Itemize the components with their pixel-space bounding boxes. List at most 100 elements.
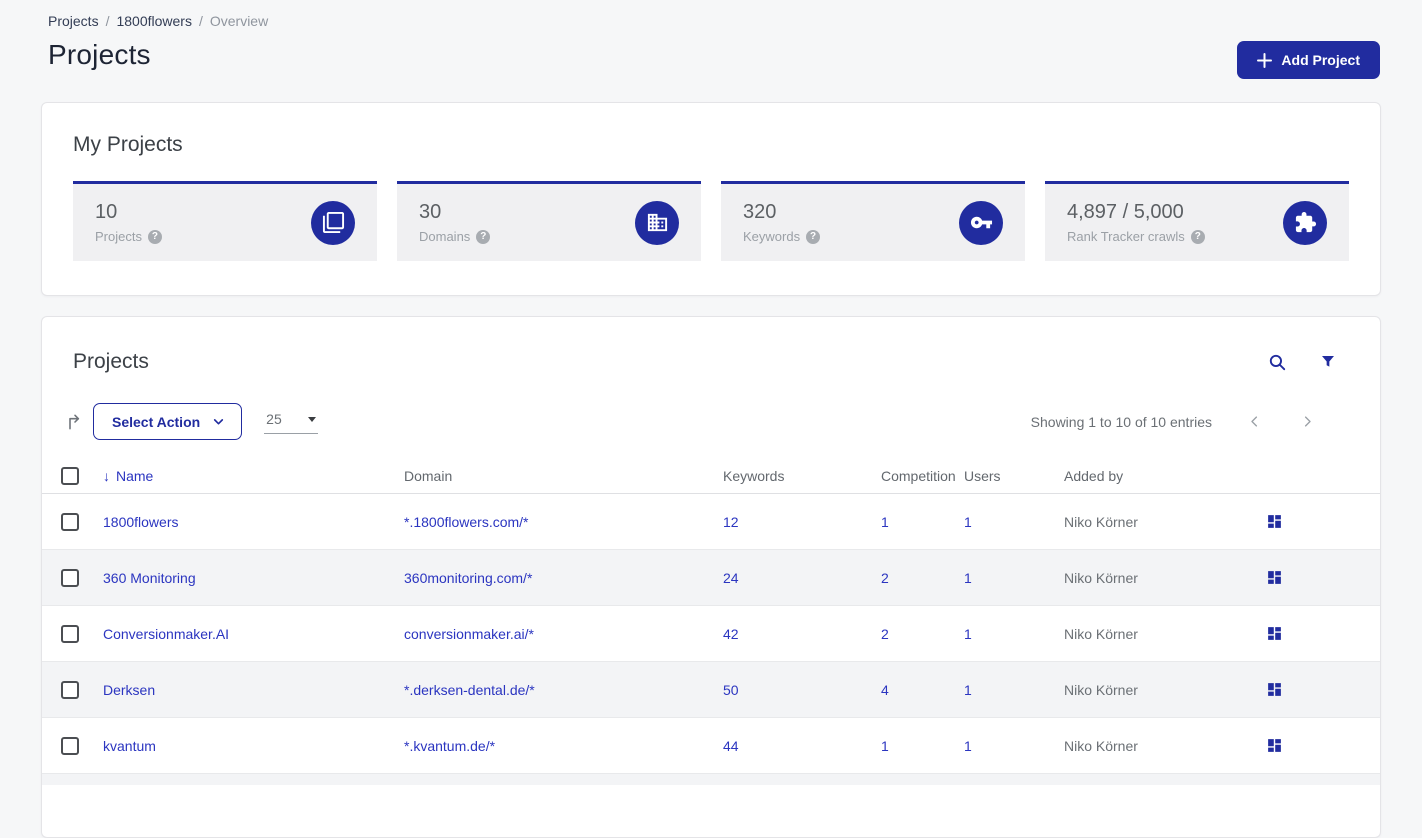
help-icon[interactable] [147,229,162,244]
added-by-text: Niko Körner [1064,625,1138,642]
column-header-competition[interactable]: Competition [881,468,956,484]
stat-tile-rank-tracker: 4,897 / 5,000 Rank Tracker crawls [1045,181,1349,261]
breadcrumb-separator: / [198,13,203,29]
row-checkbox[interactable] [61,736,79,755]
projects-table: Name Domain Keywords Competition Users A… [42,459,1380,785]
puzzle-icon [1283,200,1327,245]
help-icon[interactable] [476,229,491,244]
project-name-link[interactable]: 1800flowers [103,514,179,530]
project-domain-link[interactable]: *.kvantum.de/* [404,738,495,754]
dashboard-icon[interactable] [1266,737,1283,754]
users-value-link[interactable]: 1 [964,682,972,698]
dashboard-icon[interactable] [1266,513,1283,530]
column-header-domain[interactable]: Domain [404,468,452,484]
project-domain-link[interactable]: 360monitoring.com/* [404,570,532,586]
sort-desc-icon [103,468,110,484]
row-checkbox[interactable] [61,512,79,531]
select-all-checkbox[interactable] [61,467,79,485]
users-value-link[interactable]: 1 [964,514,972,530]
stat-tile-keywords: 320 Keywords [721,181,1025,261]
table-row-partial [42,774,1380,785]
building-icon [635,200,679,245]
domains-count-label: Domains [419,229,471,244]
breadcrumb-1800flowers[interactable]: 1800flowers [116,13,192,29]
competition-value-link[interactable]: 4 [881,682,889,698]
breadcrumb-separator: / [105,13,110,29]
filter-icon[interactable] [1319,353,1337,371]
showing-entries-text: Showing 1 to 10 of 10 entries [1030,413,1212,430]
page-title: Projects [48,39,151,70]
projects-count: 10 [95,201,118,223]
page-size-value: 25 [266,411,282,427]
keywords-value-link[interactable]: 12 [723,514,739,530]
competition-value-link[interactable]: 2 [881,570,889,586]
table-row: 1800flowers *.1800flowers.com/* 12 1 1 N… [42,494,1380,550]
column-header-keywords[interactable]: Keywords [723,468,784,484]
table-row: Conversionmaker.AI conversionmaker.ai/* … [42,606,1380,662]
project-name-link[interactable]: Conversionmaker.AI [103,626,229,642]
row-checkbox[interactable] [61,680,79,699]
plus-icon [1257,52,1273,68]
breadcrumb-projects[interactable]: Projects [48,13,99,29]
stat-tile-projects: 10 Projects [73,181,377,261]
users-value-link[interactable]: 1 [964,570,972,586]
page-size-select[interactable]: 25 [264,409,319,434]
keywords-count-label: Keywords [743,229,801,244]
row-checkbox[interactable] [61,568,79,587]
row-checkbox[interactable] [61,624,79,643]
domains-count: 30 [419,201,442,223]
added-by-text: Niko Körner [1064,681,1138,698]
chevron-left-icon[interactable] [1247,414,1262,429]
keywords-value-link[interactable]: 42 [723,626,739,642]
breadcrumb-overview: Overview [209,13,269,29]
keywords-value-link[interactable]: 24 [723,570,739,586]
column-header-name[interactable]: Name [103,468,153,484]
project-domain-link[interactable]: *.1800flowers.com/* [404,514,529,530]
my-projects-card: My Projects 10 Projects 30 Domains [41,102,1381,296]
my-projects-title: My Projects [73,133,183,156]
project-name-link[interactable]: Derksen [103,682,155,698]
project-domain-link[interactable]: conversionmaker.ai/* [404,626,534,642]
table-row: kvantum *.kvantum.de/* 44 1 1 Niko Körne… [42,718,1380,774]
added-by-text: Niko Körner [1064,513,1138,530]
projects-count-label: Projects [95,229,142,244]
competition-value-link[interactable]: 1 [881,514,889,530]
table-row: 360 Monitoring 360monitoring.com/* 24 2 … [42,550,1380,606]
added-by-text: Niko Körner [1064,569,1138,586]
add-project-label: Add Project [1281,52,1360,68]
column-header-users[interactable]: Users [964,468,1001,484]
chevron-right-icon[interactable] [1300,414,1315,429]
project-name-link[interactable]: kvantum [103,738,156,754]
add-project-button[interactable]: Add Project [1237,41,1380,79]
keywords-count: 320 [743,201,777,223]
table-row: Derksen *.derksen-dental.de/* 50 4 1 Nik… [42,662,1380,718]
select-action-dropdown[interactable]: Select Action [93,403,243,440]
users-value-link[interactable]: 1 [964,626,972,642]
select-caret-icon [308,416,317,422]
users-value-link[interactable]: 1 [964,738,972,754]
copy-layers-icon [311,200,355,245]
export-arrow-icon[interactable] [65,412,85,432]
help-icon[interactable] [1190,229,1205,244]
stat-tile-domains: 30 Domains [397,181,701,261]
page-header: Projects / 1800flowers / Overview Projec… [48,13,1380,79]
rank-tracker-label: Rank Tracker crawls [1067,229,1185,244]
keywords-value-link[interactable]: 44 [723,738,739,754]
search-icon[interactable] [1268,353,1287,372]
chevron-down-icon [212,415,225,428]
dashboard-icon[interactable] [1266,625,1283,642]
dashboard-icon[interactable] [1266,681,1283,698]
competition-value-link[interactable]: 1 [881,738,889,754]
dashboard-icon[interactable] [1266,569,1283,586]
table-header-row: Name Domain Keywords Competition Users A… [42,459,1380,494]
projects-table-title: Projects [73,350,149,373]
project-name-link[interactable]: 360 Monitoring [103,570,196,586]
rank-tracker-count: 4,897 / 5,000 [1067,201,1184,223]
help-icon[interactable] [806,229,821,244]
keywords-value-link[interactable]: 50 [723,682,739,698]
competition-value-link[interactable]: 2 [881,626,889,642]
project-domain-link[interactable]: *.derksen-dental.de/* [404,682,535,698]
key-icon [959,200,1003,245]
added-by-text: Niko Körner [1064,737,1138,754]
column-header-added-by[interactable]: Added by [1064,468,1123,484]
